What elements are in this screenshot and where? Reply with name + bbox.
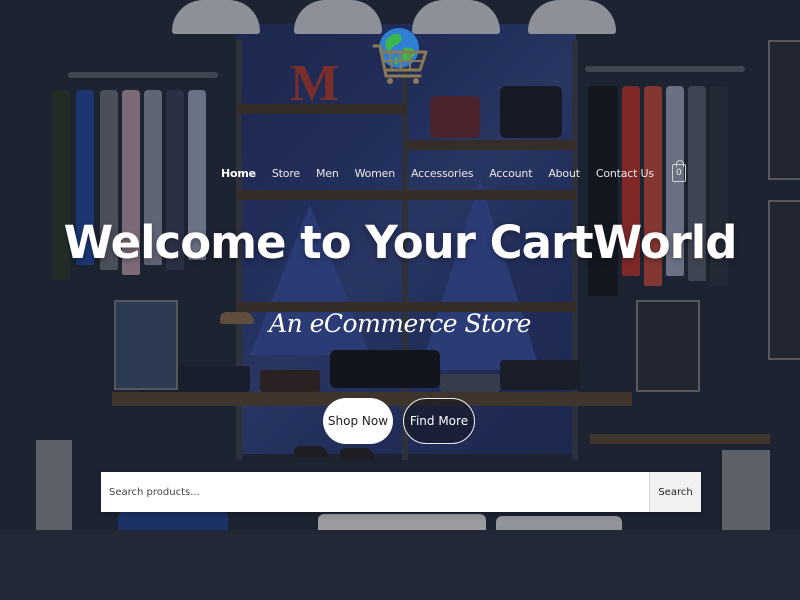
nav-item-store[interactable]: Store bbox=[272, 167, 300, 180]
search-button[interactable]: Search bbox=[649, 472, 701, 512]
nav-item-women[interactable]: Women bbox=[355, 167, 396, 180]
globe-cart-icon[interactable] bbox=[366, 18, 436, 88]
nav-item-about[interactable]: About bbox=[548, 167, 580, 180]
nav-item-accessories[interactable]: Accessories bbox=[411, 167, 473, 180]
nav-item-men[interactable]: Men bbox=[316, 167, 339, 180]
hero-title: Welcome to Your CartWorld bbox=[63, 216, 738, 269]
shopping-bag-icon[interactable]: 0 bbox=[671, 160, 686, 182]
shop-now-button[interactable]: Shop Now bbox=[323, 398, 393, 444]
product-search-form: Search bbox=[101, 472, 701, 512]
cart-count: 0 bbox=[676, 168, 682, 178]
nav-item-account[interactable]: Account bbox=[489, 167, 532, 180]
nav-item-contact-us[interactable]: Contact Us bbox=[596, 167, 654, 180]
main-nav: Home Store Men Women Accessories Account… bbox=[221, 160, 686, 182]
nav-item-home[interactable]: Home bbox=[221, 167, 256, 180]
find-more-button[interactable]: Find More bbox=[403, 398, 475, 444]
search-input[interactable] bbox=[101, 472, 649, 512]
hero-subtitle: An eCommerce Store bbox=[269, 309, 531, 338]
